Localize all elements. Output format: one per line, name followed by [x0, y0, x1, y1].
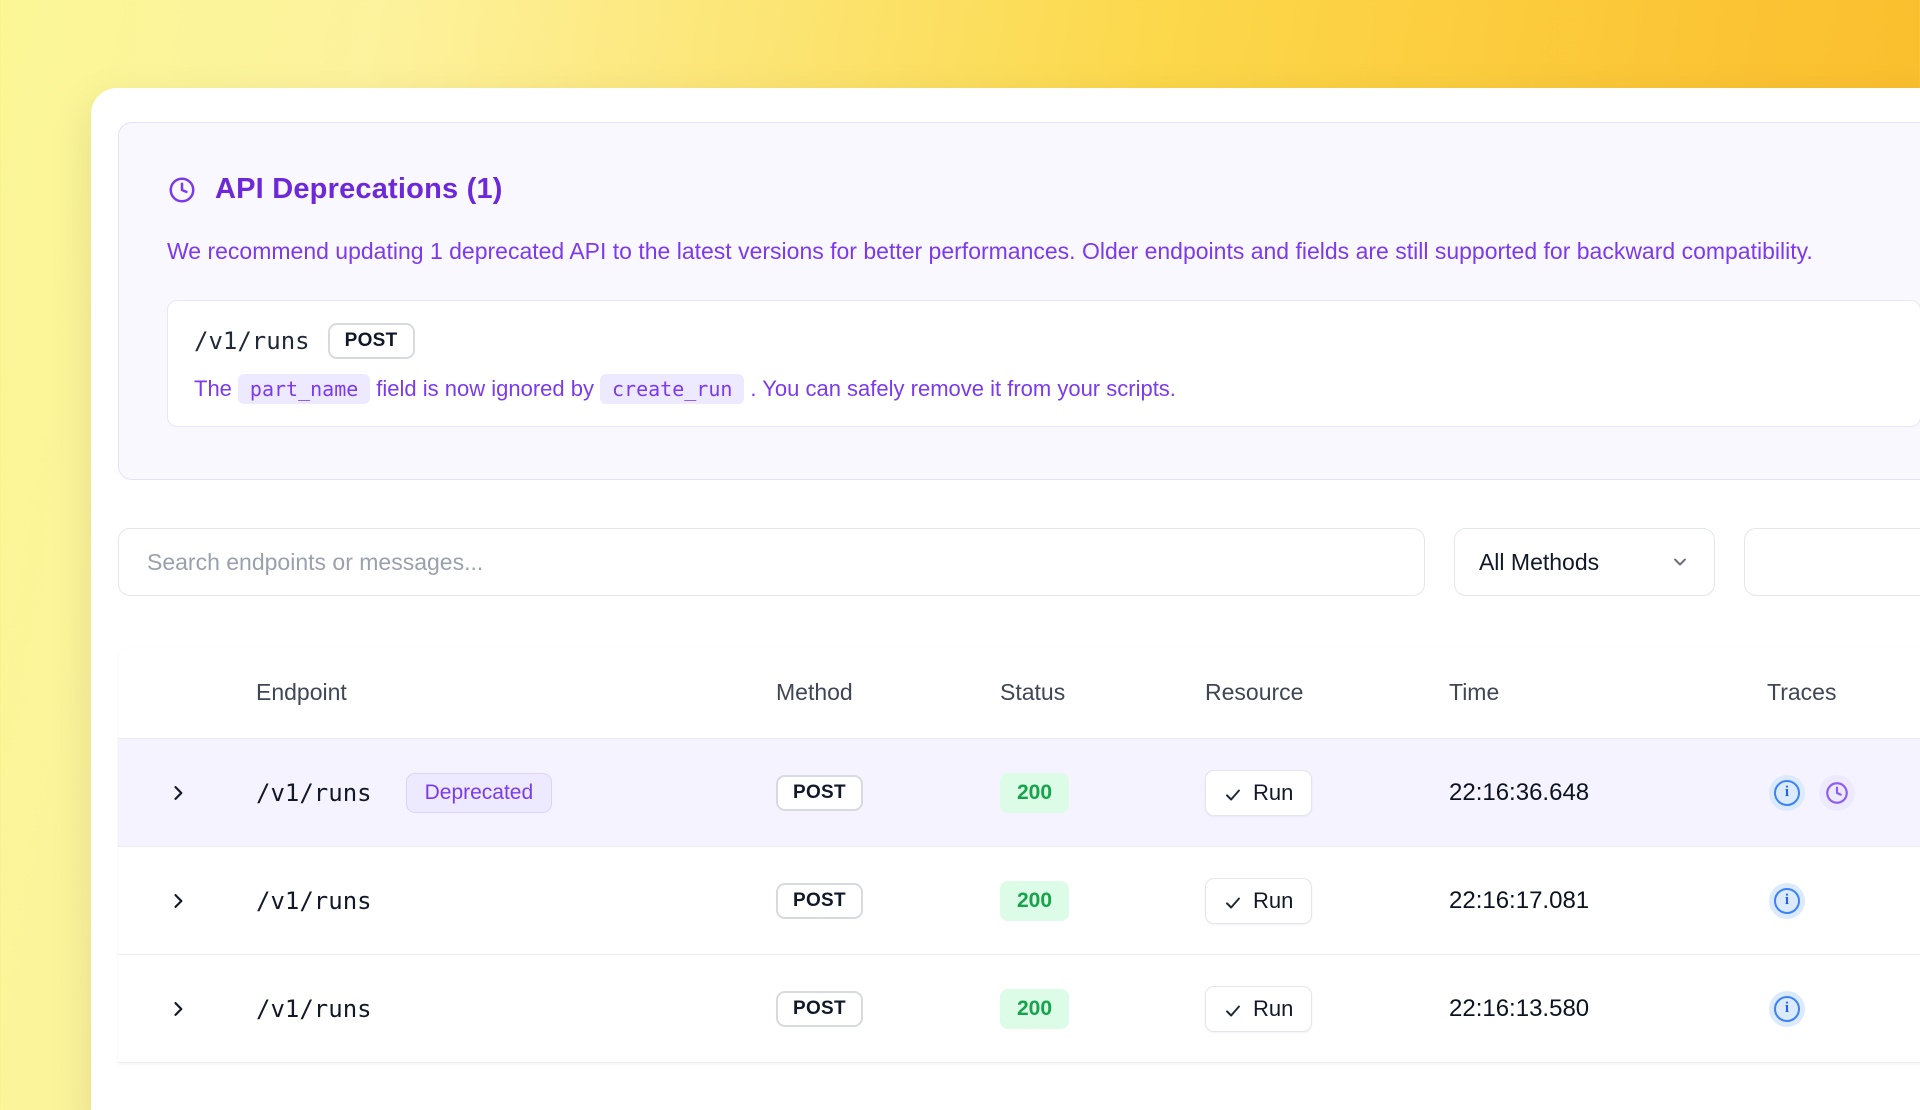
deprecation-description: We recommend updating 1 deprecated API t… — [167, 232, 1920, 270]
table-row[interactable]: /v1/runs POST 200 Run 22:16:17.081 i — [118, 847, 1920, 955]
info-icon[interactable]: i — [1769, 883, 1805, 919]
header-time: Time — [1449, 679, 1767, 706]
resource-cell: Run — [1205, 770, 1449, 816]
status-badge: 200 — [1000, 773, 1069, 813]
header-traces: Traces — [1767, 679, 1920, 706]
run-label: Run — [1253, 780, 1293, 806]
note-middle: field is now ignored by — [376, 376, 594, 402]
table-row[interactable]: /v1/runs Deprecated POST 200 Run 22:16:3… — [118, 739, 1920, 847]
method-cell: POST — [776, 991, 1000, 1027]
deprecation-panel: API Deprecations (1) We recommend updati… — [118, 122, 1920, 480]
expand-cell — [118, 891, 256, 911]
method-badge: POST — [776, 883, 863, 919]
check-icon — [1224, 892, 1242, 910]
code-chip-function: create_run — [600, 374, 744, 404]
run-label: Run — [1253, 996, 1293, 1022]
secondary-filter-dropdown[interactable] — [1744, 528, 1920, 596]
run-label: Run — [1253, 888, 1293, 914]
method-badge: POST — [776, 991, 863, 1027]
endpoint-path: /v1/runs — [256, 995, 372, 1023]
time-cell: 22:16:17.081 — [1449, 887, 1767, 915]
status-cell: 200 — [1000, 773, 1205, 813]
chevron-right-icon[interactable] — [168, 999, 188, 1019]
expand-cell — [118, 783, 256, 803]
info-icon[interactable]: i — [1769, 775, 1805, 811]
header-method: Method — [776, 679, 1000, 706]
method-filter-dropdown[interactable]: All Methods — [1454, 528, 1715, 596]
chevron-down-icon — [1670, 552, 1690, 572]
code-chip-field: part_name — [238, 374, 370, 404]
deprecated-endpoint: /v1/runs — [194, 327, 310, 355]
status-badge: 200 — [1000, 989, 1069, 1029]
note-prefix: The — [194, 376, 232, 402]
search-input[interactable] — [118, 528, 1425, 596]
expand-cell — [118, 999, 256, 1019]
requests-table: Endpoint Method Status Resource Time Tra… — [118, 647, 1920, 1063]
header-endpoint: Endpoint — [256, 679, 776, 706]
note-suffix: . You can safely remove it from your scr… — [750, 376, 1176, 402]
method-badge: POST — [776, 775, 863, 811]
check-icon — [1224, 1000, 1242, 1018]
status-cell: 200 — [1000, 881, 1205, 921]
resource-cell: Run — [1205, 878, 1449, 924]
traces-cell: i — [1767, 883, 1920, 919]
header-status: Status — [1000, 679, 1205, 706]
traces-cell: i — [1767, 991, 1920, 1027]
endpoint-cell: /v1/runs Deprecated — [256, 773, 776, 813]
deprecation-title: API Deprecations (1) — [215, 173, 503, 206]
clock-icon — [167, 175, 197, 205]
table-row[interactable]: /v1/runs POST 200 Run 22:16:13.580 i — [118, 955, 1920, 1063]
run-resource-button[interactable]: Run — [1205, 878, 1312, 924]
method-cell: POST — [776, 883, 1000, 919]
info-glyph: i — [1774, 780, 1800, 806]
info-glyph: i — [1774, 888, 1800, 914]
method-filter-value: All Methods — [1479, 549, 1599, 576]
method-cell: POST — [776, 775, 1000, 811]
deprecation-clock-icon[interactable] — [1819, 775, 1855, 811]
time-cell: 22:16:13.580 — [1449, 995, 1767, 1023]
header-resource: Resource — [1205, 679, 1449, 706]
chevron-right-icon[interactable] — [168, 891, 188, 911]
status-cell: 200 — [1000, 989, 1205, 1029]
deprecation-item-head: /v1/runs POST — [194, 323, 1894, 359]
endpoint-path: /v1/runs — [256, 779, 372, 807]
method-badge: POST — [328, 323, 415, 359]
endpoint-path: /v1/runs — [256, 887, 372, 915]
deprecated-badge: Deprecated — [406, 773, 553, 813]
time-cell: 22:16:36.648 — [1449, 779, 1767, 807]
info-icon[interactable]: i — [1769, 991, 1805, 1027]
endpoint-cell: /v1/runs — [256, 887, 776, 915]
main-panel: API Deprecations (1) We recommend updati… — [91, 88, 1920, 1110]
check-icon — [1224, 784, 1242, 802]
deprecation-note: The part_name field is now ignored by cr… — [194, 374, 1894, 404]
deprecation-title-row: API Deprecations (1) — [167, 173, 1920, 206]
chevron-right-icon[interactable] — [168, 783, 188, 803]
endpoint-cell: /v1/runs — [256, 995, 776, 1023]
toolbar: All Methods — [118, 528, 1920, 596]
table-header-row: Endpoint Method Status Resource Time Tra… — [118, 647, 1920, 739]
deprecation-item-card: /v1/runs POST The part_name field is now… — [167, 300, 1920, 427]
info-glyph: i — [1774, 996, 1800, 1022]
run-resource-button[interactable]: Run — [1205, 770, 1312, 816]
traces-cell: i — [1767, 775, 1920, 811]
run-resource-button[interactable]: Run — [1205, 986, 1312, 1032]
resource-cell: Run — [1205, 986, 1449, 1032]
status-badge: 200 — [1000, 881, 1069, 921]
